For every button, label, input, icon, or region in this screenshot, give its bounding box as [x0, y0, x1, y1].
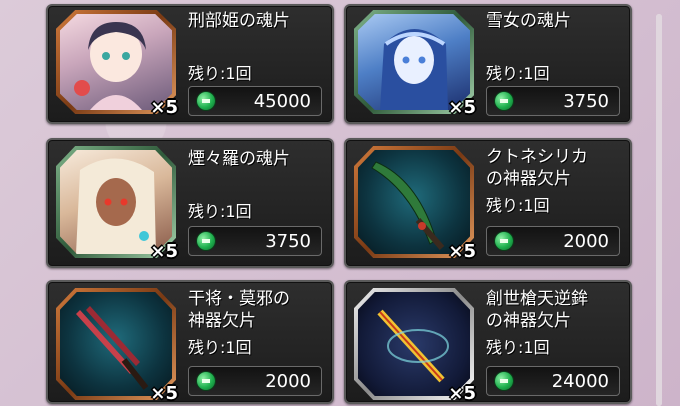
weapon-art — [371, 161, 445, 250]
item-info: 煙々羅の魂片 — [188, 148, 324, 170]
price-box: 45000 — [188, 86, 322, 116]
item-thumbnail: ×5 — [56, 10, 178, 118]
item-thumbnail: ×5 — [354, 10, 476, 118]
remaining-count: 残り:1回 — [486, 64, 550, 83]
weapon-art — [377, 309, 449, 383]
price-box: 3750 — [486, 86, 620, 116]
item-quantity: ×5 — [448, 383, 476, 404]
green-coin-icon — [197, 92, 215, 110]
remaining-count: 残り:1回 — [188, 338, 252, 357]
remaining-count: 残り:1回 — [188, 64, 252, 83]
shop-item-card[interactable]: ×5 干将・莫邪の 神器欠片 残り:1回 2000 — [46, 280, 334, 404]
item-thumbnail: ×5 — [354, 146, 476, 262]
portrait-art — [76, 158, 156, 254]
remaining-count: 残り:1回 — [486, 338, 550, 357]
price-value: 2000 — [563, 231, 609, 252]
item-quantity: ×5 — [448, 97, 476, 118]
green-coin-icon — [197, 372, 215, 390]
weapon-image — [60, 292, 172, 396]
shop-item-card[interactable]: ×5 クトネシリカ の神器欠片 残り:1回 2000 — [344, 138, 632, 268]
item-thumbnail: ×5 — [354, 288, 476, 404]
item-thumbnail: ×5 — [56, 146, 178, 262]
price-box: 3750 — [188, 226, 322, 256]
portrait-art — [380, 29, 448, 110]
price-value: 24000 — [551, 371, 609, 392]
remaining-count: 残り:1回 — [188, 202, 252, 221]
weapon-art — [76, 306, 149, 390]
green-coin-icon — [495, 232, 513, 250]
green-coin-icon — [197, 232, 215, 250]
item-quantity: ×5 — [448, 241, 476, 262]
character-portrait-image — [358, 14, 470, 110]
remaining-count: 残り:1回 — [486, 196, 550, 215]
item-info: 創世槍天逆鉾 の神器欠片 — [486, 288, 622, 332]
shop-item-card[interactable]: ×5 刑部姫の魂片 残り:1回 45000 — [46, 4, 334, 124]
character-portrait-image — [60, 14, 172, 110]
item-name: 煙々羅の魂片 — [188, 149, 290, 169]
item-quantity: ×5 — [150, 383, 178, 404]
price-value: 45000 — [253, 91, 311, 112]
price-value: 2000 — [265, 371, 311, 392]
item-info: 雪女の魂片 — [486, 10, 622, 32]
scroll-thumb[interactable] — [656, 14, 662, 406]
item-info: 干将・莫邪の 神器欠片 — [188, 288, 324, 332]
price-box: 24000 — [486, 366, 620, 396]
weapon-image — [358, 150, 470, 254]
shop-item-card[interactable]: ×5 創世槍天逆鉾 の神器欠片 残り:1回 24000 — [344, 280, 632, 404]
shop-item-card[interactable]: ×5 雪女の魂片 残り:1回 3750 — [344, 4, 632, 124]
item-name: 干将・莫邪の 神器欠片 — [188, 289, 290, 331]
weapon-image — [358, 292, 470, 396]
character-portrait-image — [60, 150, 172, 254]
item-quantity: ×5 — [150, 97, 178, 118]
price-box: 2000 — [188, 366, 322, 396]
item-quantity: ×5 — [150, 241, 178, 262]
shop-item-grid: ×5 刑部姫の魂片 残り:1回 45000 ×5 雪女の魂片 残り:1回 375… — [0, 0, 680, 406]
vertical-scrollbar[interactable] — [640, 0, 680, 406]
green-coin-icon — [495, 372, 513, 390]
item-name: 創世槍天逆鉾 の神器欠片 — [486, 289, 588, 331]
item-name: 刑部姫の魂片 — [188, 11, 290, 31]
item-info: クトネシリカ の神器欠片 — [486, 146, 622, 190]
item-info: 刑部姫の魂片 — [188, 10, 324, 32]
portrait-art — [74, 22, 146, 110]
price-value: 3750 — [563, 91, 609, 112]
price-box: 2000 — [486, 226, 620, 256]
item-name: 雪女の魂片 — [486, 11, 571, 31]
item-thumbnail: ×5 — [56, 288, 178, 404]
green-coin-icon — [495, 92, 513, 110]
item-name: クトネシリカ の神器欠片 — [486, 147, 588, 189]
shop-item-card[interactable]: ×5 煙々羅の魂片 残り:1回 3750 — [46, 138, 334, 268]
price-value: 3750 — [265, 231, 311, 252]
